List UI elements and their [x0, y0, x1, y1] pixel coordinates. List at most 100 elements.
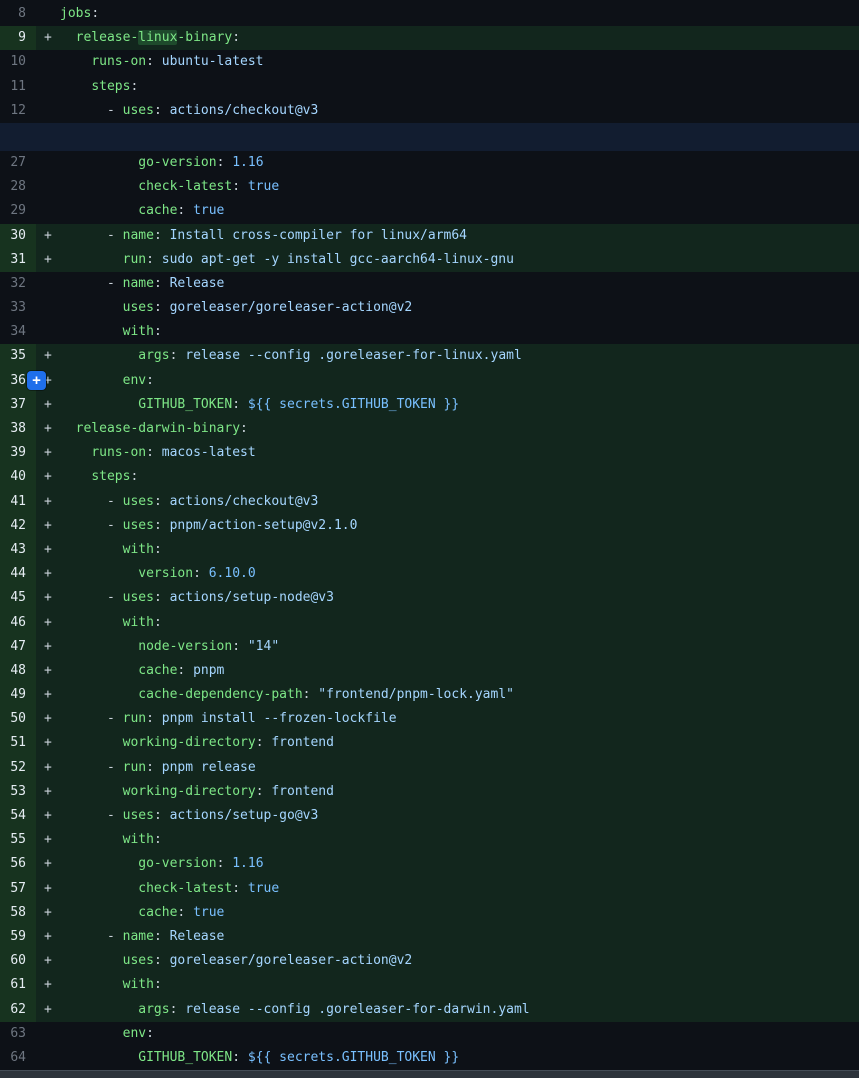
diff-line: 52+ - run: pnpm release	[0, 756, 859, 780]
line-number[interactable]: 52	[0, 756, 36, 780]
diff-line: 9+ release-linux-binary:	[0, 26, 859, 50]
diff-line: 57+ check-latest: true	[0, 877, 859, 901]
code-line-text: args: release --config .goreleaser-for-l…	[60, 344, 859, 368]
line-number[interactable]: 64	[0, 1046, 36, 1070]
diff-marker: +	[36, 393, 60, 417]
line-number[interactable]: 27	[0, 151, 36, 175]
code-line-text: release-darwin-binary:	[60, 417, 859, 441]
line-number[interactable]: 51	[0, 731, 36, 755]
diff-line: 12 - uses: actions/checkout@v3	[0, 99, 859, 123]
diff-marker: +	[36, 465, 60, 489]
code-line-text: check-latest: true	[60, 175, 859, 199]
diff-marker	[36, 199, 60, 223]
line-number[interactable]: 11	[0, 75, 36, 99]
line-number[interactable]: 41	[0, 490, 36, 514]
line-number[interactable]: 39	[0, 441, 36, 465]
code-line-text: go-version: 1.16	[60, 852, 859, 876]
diff-marker: +	[36, 344, 60, 368]
line-number[interactable]: 30	[0, 224, 36, 248]
line-number[interactable]: 40	[0, 465, 36, 489]
diff-line: 49+ cache-dependency-path: "frontend/pnp…	[0, 683, 859, 707]
line-number[interactable]: 53	[0, 780, 36, 804]
diff-line: 27 go-version: 1.16	[0, 151, 859, 175]
diff-line: 47+ node-version: "14"	[0, 635, 859, 659]
expand-hidden-lines-row[interactable]	[0, 123, 859, 151]
line-number[interactable]: 44	[0, 562, 36, 586]
diff-marker	[36, 75, 60, 99]
code-line-text: working-directory: frontend	[60, 780, 859, 804]
line-number[interactable]: 57	[0, 877, 36, 901]
line-number[interactable]: 43	[0, 538, 36, 562]
diff-line: 51+ working-directory: frontend	[0, 731, 859, 755]
code-line-text: - name: Release	[60, 925, 859, 949]
code-line-text: jobs:	[60, 2, 859, 26]
line-number[interactable]: 42	[0, 514, 36, 538]
line-number[interactable]: 55	[0, 828, 36, 852]
line-number[interactable]: 48	[0, 659, 36, 683]
diff-marker: +	[36, 659, 60, 683]
line-number[interactable]: 33	[0, 296, 36, 320]
diff-marker: +	[36, 586, 60, 610]
code-line-text: runs-on: ubuntu-latest	[60, 50, 859, 74]
line-number[interactable]: 47	[0, 635, 36, 659]
line-number[interactable]: 28	[0, 175, 36, 199]
line-number[interactable]: 38	[0, 417, 36, 441]
diff-line: 55+ with:	[0, 828, 859, 852]
code-line-text: steps:	[60, 75, 859, 99]
line-number[interactable]: 56	[0, 852, 36, 876]
line-number[interactable]: 62	[0, 998, 36, 1022]
line-number[interactable]: 59	[0, 925, 36, 949]
line-number[interactable]: 32	[0, 272, 36, 296]
code-line-text: - uses: pnpm/action-setup@v2.1.0	[60, 514, 859, 538]
line-number[interactable]: 49	[0, 683, 36, 707]
line-number[interactable]: 50	[0, 707, 36, 731]
diff-line: 46+ with:	[0, 611, 859, 635]
diff-line: 63 env:	[0, 1022, 859, 1046]
diff-marker: +	[36, 998, 60, 1022]
diff-marker: +	[36, 635, 60, 659]
diff-line: 48+ cache: pnpm	[0, 659, 859, 683]
diff-line: 45+ - uses: actions/setup-node@v3	[0, 586, 859, 610]
line-number[interactable]: 45	[0, 586, 36, 610]
code-line-text: - name: Install cross-compiler for linux…	[60, 224, 859, 248]
line-number[interactable]: 8	[0, 2, 36, 26]
line-number[interactable]: 46	[0, 611, 36, 635]
diff-marker	[36, 50, 60, 74]
diff-line: 40+ steps:	[0, 465, 859, 489]
line-number[interactable]: 54	[0, 804, 36, 828]
file-footer-bar	[0, 1070, 859, 1078]
line-number[interactable]: 37	[0, 393, 36, 417]
diff-marker: +	[36, 828, 60, 852]
line-number[interactable]: 34	[0, 320, 36, 344]
line-number[interactable]: 9	[0, 26, 36, 50]
diff-line: 35+ args: release --config .goreleaser-f…	[0, 344, 859, 368]
line-number[interactable]: 35	[0, 344, 36, 368]
diff-marker: +	[36, 224, 60, 248]
line-number[interactable]: 61	[0, 973, 36, 997]
add-comment-button[interactable]: +	[27, 371, 46, 390]
diff-marker: +	[36, 538, 60, 562]
diff-line: 50+ - run: pnpm install --frozen-lockfil…	[0, 707, 859, 731]
line-number[interactable]: 31	[0, 248, 36, 272]
line-number[interactable]: 29	[0, 199, 36, 223]
diff-line: 10 runs-on: ubuntu-latest	[0, 50, 859, 74]
diff-marker: +	[36, 804, 60, 828]
diff-view: 8 jobs:9+ release-linux-binary:10 runs-on…	[0, 0, 859, 1070]
code-line-text: run: sudo apt-get -y install gcc-aarch64…	[60, 248, 859, 272]
diff-marker: +	[36, 562, 60, 586]
line-number[interactable]: 58	[0, 901, 36, 925]
diff-line: 37+ GITHUB_TOKEN: ${{ secrets.GITHUB_TOK…	[0, 393, 859, 417]
line-number[interactable]: 12	[0, 99, 36, 123]
diff-line: 43+ with:	[0, 538, 859, 562]
diff-marker: +	[36, 780, 60, 804]
line-number[interactable]: 63	[0, 1022, 36, 1046]
diff-line: 8 jobs:	[0, 2, 859, 26]
diff-line: 64 GITHUB_TOKEN: ${{ secrets.GITHUB_TOKE…	[0, 1046, 859, 1070]
diff-line: 41+ - uses: actions/checkout@v3	[0, 490, 859, 514]
line-number[interactable]: 60	[0, 949, 36, 973]
diff-line: 56+ go-version: 1.16	[0, 852, 859, 876]
line-number[interactable]: 10	[0, 50, 36, 74]
code-line-text: uses: goreleaser/goreleaser-action@v2	[60, 949, 859, 973]
code-line-text: with:	[60, 973, 859, 997]
code-line-text: steps:	[60, 465, 859, 489]
